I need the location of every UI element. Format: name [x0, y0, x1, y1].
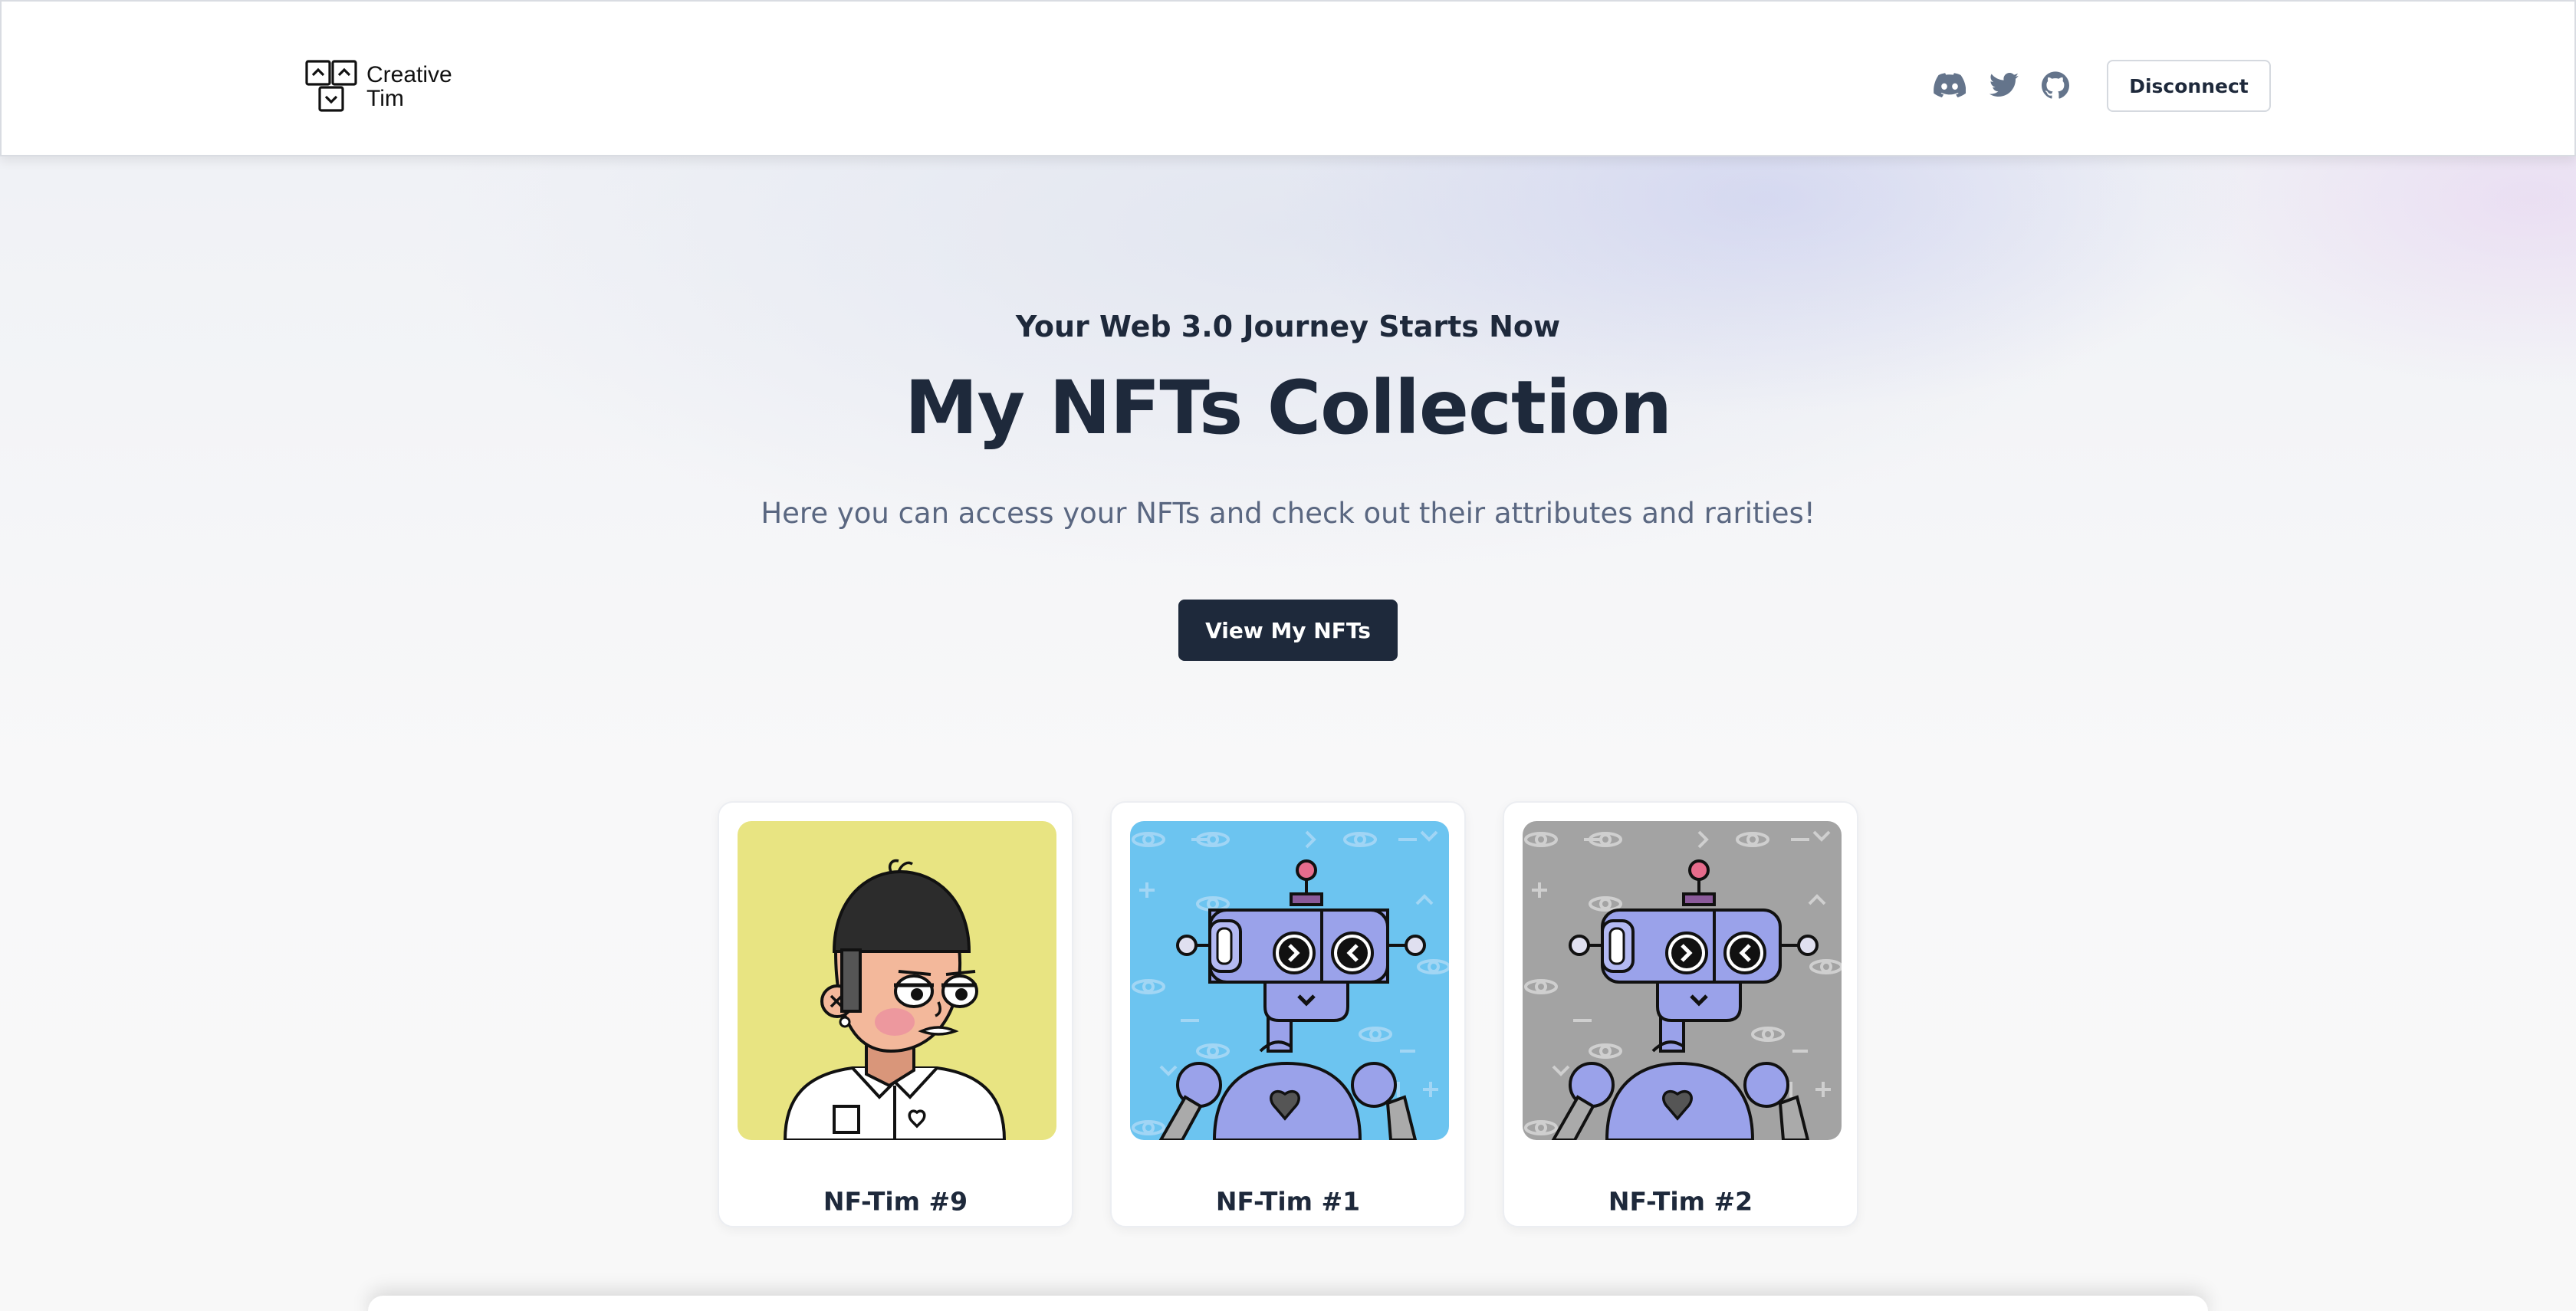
- twitter-icon[interactable]: [1986, 67, 2022, 103]
- logo-mark-icon: [305, 60, 357, 112]
- nft-name: NF-Tim #1: [1215, 1186, 1361, 1217]
- discord-icon-svg: [1934, 73, 1966, 97]
- top-navbar: Creative Tim Disconnect: [0, 0, 2576, 156]
- discord-icon[interactable]: [1932, 67, 1967, 103]
- next-section-edge: [368, 1296, 2208, 1311]
- disconnect-button[interactable]: Disconnect: [2107, 60, 2271, 112]
- nft-name: NF-Tim #9: [823, 1186, 968, 1217]
- logo-line-2: Tim: [366, 86, 404, 111]
- nft-robot-image: [1524, 830, 1842, 1140]
- twitter-icon-svg: [1990, 73, 2019, 97]
- github-icon[interactable]: [2038, 67, 2073, 103]
- nft-card[interactable]: NF-Tim #9: [718, 801, 1073, 1227]
- hero-description: Here you can access your NFTs and check …: [761, 497, 1815, 530]
- nft-card[interactable]: NF-Tim #2: [1503, 801, 1858, 1227]
- logo-text: Creative Tim: [366, 63, 452, 110]
- nft-image: [1130, 821, 1449, 1140]
- page-title: My NFTs Collection: [904, 365, 1672, 451]
- nft-character-image: [783, 859, 1007, 1140]
- hero-subtitle: Your Web 3.0 Journey Starts Now: [1015, 310, 1561, 343]
- nft-name: NF-Tim #2: [1608, 1186, 1753, 1217]
- nft-image: [1523, 821, 1842, 1140]
- nft-card[interactable]: NF-Tim #1: [1110, 801, 1466, 1227]
- logo-line-1: Creative: [366, 62, 452, 87]
- creative-tim-logo[interactable]: Creative Tim: [305, 60, 481, 113]
- nft-image: [738, 821, 1056, 1140]
- github-icon-svg: [2042, 71, 2069, 99]
- nft-robot-image: [1132, 830, 1449, 1140]
- view-my-nfts-button[interactable]: View My NFTs: [1178, 600, 1398, 661]
